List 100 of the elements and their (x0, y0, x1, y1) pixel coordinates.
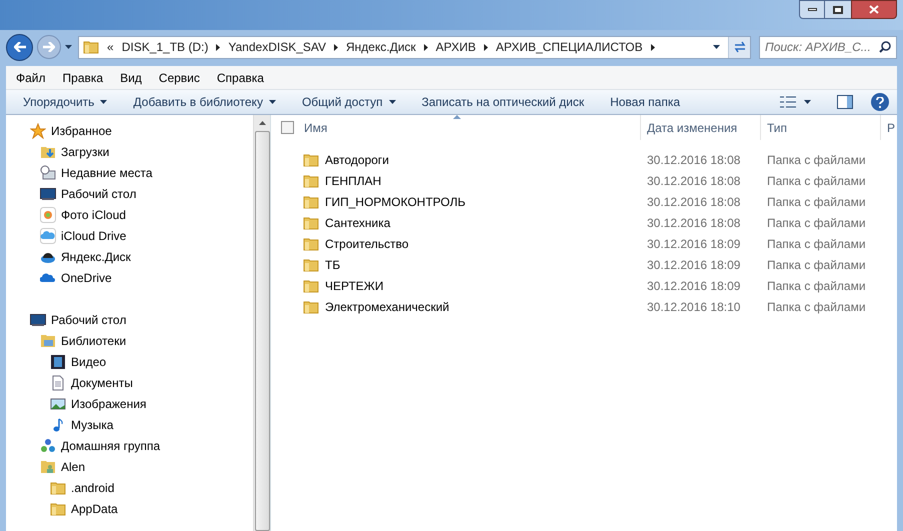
menu-item[interactable]: Вид (120, 68, 142, 86)
breadcrumb[interactable]: DISK_1_TB (D:) (122, 38, 208, 56)
cloud-icon (40, 228, 56, 244)
date-cell: 30.12.2016 18:08 (647, 216, 740, 230)
nav-item[interactable]: .android (71, 478, 114, 496)
breadcrumb[interactable]: Яндекс.Диск (346, 38, 416, 56)
file-name[interactable]: ТБ (325, 256, 340, 274)
menu-item[interactable]: Справка (216, 68, 264, 86)
nav-item[interactable]: Рабочий стол (51, 310, 126, 328)
caret-icon (388, 100, 396, 104)
type-cell: Папка с файлами (767, 216, 866, 230)
back-button[interactable] (6, 34, 33, 60)
scrollbar[interactable] (253, 115, 270, 531)
help-button[interactable] (871, 93, 889, 111)
maximize-button[interactable] (825, 0, 851, 19)
chevron-icon (650, 44, 655, 50)
nav-item[interactable]: Фото iCloud (61, 206, 126, 224)
nav-item[interactable]: Недавние места (61, 164, 152, 182)
left-arrow-icon (14, 42, 26, 52)
column-header[interactable]: Р (887, 118, 896, 136)
caret-icon (100, 100, 108, 104)
file-name[interactable]: Строительство (325, 234, 409, 252)
film-icon (50, 354, 66, 370)
type-cell: Папка с файлами (767, 236, 866, 250)
photos-icon (40, 206, 56, 222)
breadcrumb[interactable]: АРХИВ_СПЕЦИАЛИСТОВ (496, 38, 643, 56)
type-cell: Папка с файлами (767, 152, 866, 166)
nav-item[interactable]: OneDrive (61, 268, 112, 286)
file-name[interactable]: Электромеханический (325, 298, 450, 316)
recent-places-icon (40, 164, 56, 180)
breadcrumb[interactable]: АРХИВ (436, 38, 476, 56)
homegroup-icon (40, 438, 56, 454)
nav-item[interactable]: Библиотеки (61, 332, 126, 350)
file-name[interactable]: ЧЕРТЕЖИ (325, 276, 384, 294)
toolbar-button[interactable]: Общий доступ (292, 91, 405, 113)
minimize-button[interactable] (799, 0, 825, 19)
nav-item[interactable]: Изображения (71, 394, 146, 412)
overflow-chevron[interactable]: « (107, 38, 114, 56)
nav-item[interactable]: Избранное (51, 122, 112, 140)
nav-item[interactable]: Alen (61, 458, 86, 476)
folder-icon (303, 258, 319, 272)
caret-icon (268, 100, 276, 104)
search-field[interactable]: Поиск: АРХИВ_С... (759, 36, 897, 58)
scrollbar-thumb[interactable] (254, 131, 270, 531)
nav-item[interactable]: Музыка (71, 416, 114, 434)
select-all-checkbox[interactable] (281, 121, 294, 134)
nav-item[interactable]: Видео (71, 352, 106, 370)
nav-item[interactable]: Яндекс.Диск (61, 248, 131, 266)
date-cell: 30.12.2016 18:08 (647, 152, 740, 166)
breadcrumb[interactable]: YandexDISK_SAV (228, 38, 326, 56)
file-name[interactable]: Автодороги (325, 150, 389, 168)
question-mark-icon (876, 96, 884, 108)
date-cell: 30.12.2016 18:09 (647, 258, 740, 272)
menu-item[interactable]: Правка (62, 68, 104, 86)
folder-icon (303, 174, 319, 188)
toolbar-button[interactable]: Записать на оптический диск (412, 91, 594, 113)
file-name[interactable]: ГЕНПЛАН (325, 172, 382, 190)
chevron-icon (424, 44, 428, 50)
library-folder-icon (40, 332, 56, 348)
menu-item[interactable]: Файл (16, 68, 46, 86)
folder-icon (303, 300, 319, 314)
chevron-icon (334, 44, 338, 50)
nav-item[interactable]: Рабочий стол (61, 184, 136, 202)
search-icon (879, 41, 891, 53)
folder-icon (83, 40, 99, 54)
chevron-icon (216, 44, 220, 50)
date-cell: 30.12.2016 18:09 (647, 236, 740, 250)
nav-item[interactable]: Загрузки (61, 142, 110, 160)
column-header[interactable]: Дата изменения (647, 118, 738, 136)
folder-icon (303, 194, 319, 208)
menu-item[interactable]: Сервис (158, 68, 200, 86)
toolbar-button[interactable]: Добавить в библиотеку (124, 91, 285, 113)
refresh-button[interactable] (728, 36, 750, 58)
folder-icon (50, 502, 66, 516)
caret-icon (713, 45, 720, 49)
nav-item[interactable]: Документы (71, 374, 133, 392)
close-button[interactable] (851, 0, 897, 19)
type-cell: Папка с файлами (767, 300, 866, 314)
document-icon (50, 374, 66, 390)
file-name[interactable]: ГИП_НОРМОКОНТРОЛЬ (325, 192, 466, 210)
up-arrow-icon (258, 121, 266, 125)
list-view-icon (780, 96, 796, 108)
desktop-icon (40, 186, 56, 202)
pane-icon (837, 95, 853, 109)
toolbar-button[interactable]: Новая папка (601, 91, 690, 113)
file-name[interactable]: Сантехника (325, 214, 390, 232)
address-bar[interactable]: « DISK_1_TB (D:) YandexDISK_SAV Яндекс.Диск АРХИВ АРХИВ_СПЕЦИАЛИСТОВ (78, 36, 751, 58)
date-cell: 30.12.2016 18:10 (647, 300, 740, 314)
column-header[interactable]: Тип (767, 118, 788, 136)
nav-item[interactable]: AppData (71, 500, 118, 518)
column-header[interactable]: Имя (304, 118, 328, 136)
nav-item[interactable]: iCloud Drive (61, 226, 126, 244)
nav-item[interactable]: Домашняя группа (61, 436, 160, 454)
desktop-icon (30, 312, 46, 328)
date-cell: 30.12.2016 18:08 (647, 194, 740, 208)
user-folder-icon (40, 458, 56, 474)
caret-icon (65, 45, 72, 49)
type-cell: Папка с файлами (767, 174, 866, 188)
picture-icon (50, 396, 66, 412)
toolbar-button[interactable]: Упорядочить (14, 91, 116, 113)
